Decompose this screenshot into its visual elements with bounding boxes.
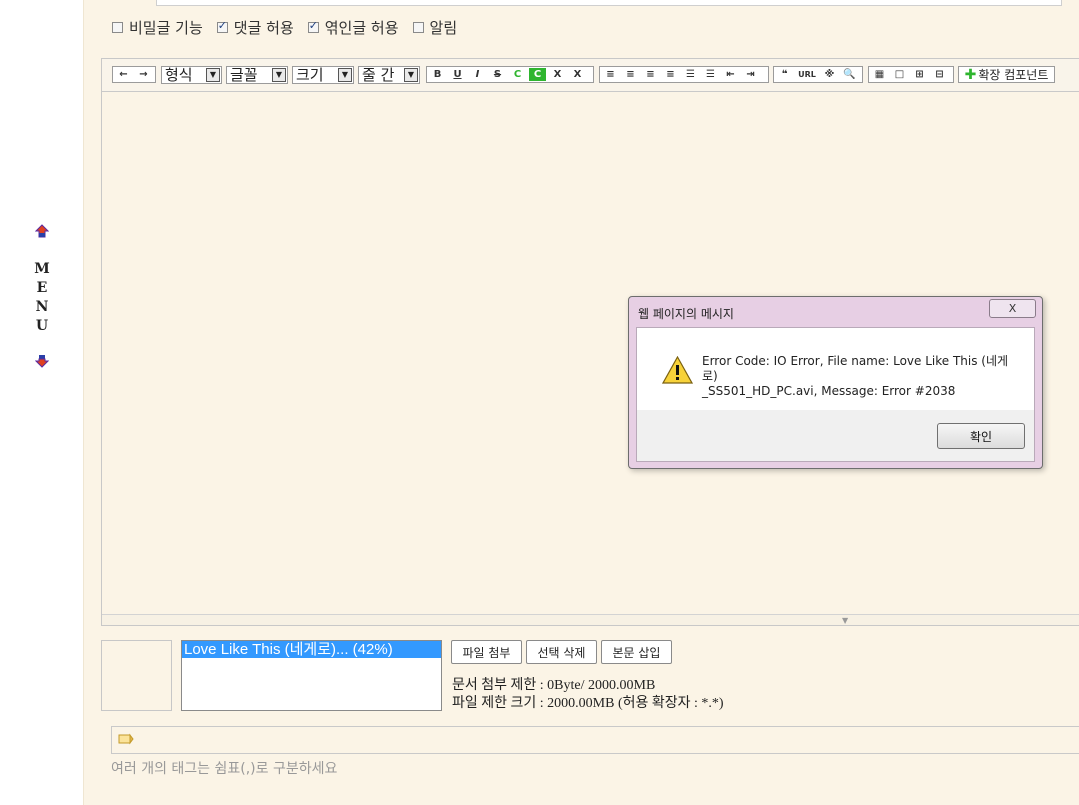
dialog-message-line: _SS501_HD_PC.avi, Message: Error #2038 <box>702 384 956 398</box>
format-select[interactable]: 형식 ▼ <box>161 66 222 84</box>
undo-button[interactable]: ← <box>115 68 132 81</box>
dialog-body: Error Code: IO Error, File name: Love Li… <box>636 327 1035 411</box>
option-notify[interactable]: 알림 <box>412 17 458 38</box>
search-icon[interactable]: 🔍 <box>841 68 858 81</box>
menu-letter: U <box>35 318 49 334</box>
chevron-down-icon: ▼ <box>206 68 220 82</box>
special-char-button[interactable]: ※ <box>821 68 838 81</box>
size-select[interactable]: 크기 ▼ <box>292 66 354 84</box>
superscript-button[interactable]: X <box>549 68 566 81</box>
secret-checkbox[interactable] <box>112 21 123 33</box>
extend-component-label: 확장 컴포넌트 <box>978 68 1049 82</box>
resize-grip-icon: ▼ <box>842 616 849 625</box>
underline-button[interactable]: U <box>449 68 466 81</box>
font-select-label: 글꼴 <box>230 66 258 84</box>
bg-color-button[interactable]: C <box>529 68 546 81</box>
align-left-button[interactable]: ≡ <box>602 68 619 81</box>
dialog-message: Error Code: IO Error, File name: Love Li… <box>702 354 1022 399</box>
left-gutter: M E N U <box>0 0 83 805</box>
table-group: ▦ □ ⊞ ⊟ <box>868 66 954 83</box>
dialog-footer: 확인 <box>636 410 1035 462</box>
insert-group: ❝ URL ※ 🔍 <box>773 66 863 83</box>
editor-resize-handle[interactable]: ▼ <box>102 614 1079 625</box>
tag-input[interactable] <box>111 726 1079 754</box>
ok-button[interactable]: 확인 <box>937 423 1025 449</box>
strike-button[interactable]: S <box>489 68 506 81</box>
attachment-preview <box>101 640 172 711</box>
redo-button[interactable]: → <box>135 68 152 81</box>
format-select-label: 형식 <box>165 66 193 84</box>
delete-selected-button[interactable]: 선택 삭제 <box>526 640 597 664</box>
menu-label[interactable]: M E N U <box>30 260 54 336</box>
side-menu[interactable]: M E N U <box>30 224 54 368</box>
unordered-list-button[interactable]: ☰ <box>702 68 719 81</box>
dialog-message-line: Error Code: IO Error, File name: Love Li… <box>702 354 1009 383</box>
notify-checkbox[interactable] <box>412 21 424 33</box>
italic-button[interactable]: I <box>469 68 486 81</box>
box-button[interactable]: □ <box>891 68 908 81</box>
indent-button[interactable]: ⇥ <box>742 68 759 81</box>
option-label: 비밀글 기능 <box>129 18 203 37</box>
chevron-down-icon: ▼ <box>338 68 352 82</box>
post-options: 비밀글 기능 댓글 허용 엮인글 허용 알림 <box>112 16 471 38</box>
up-arrow-icon[interactable] <box>35 224 49 238</box>
table-button[interactable]: ▦ <box>871 68 888 81</box>
option-secret[interactable]: 비밀글 기능 <box>112 17 203 38</box>
editor-toolbar: ← → 형식 ▼ 글꼴 ▼ 크기 ▼ 줄 간 ▼ B U I S C C X X… <box>102 59 1079 92</box>
subscript-button[interactable]: X <box>569 68 586 81</box>
menu-letter: N <box>35 299 49 315</box>
insert-into-body-button[interactable]: 본문 삽입 <box>601 640 672 664</box>
split-cells-button[interactable]: ⊟ <box>931 68 948 81</box>
line-height-select[interactable]: 줄 간 ▼ <box>358 66 420 84</box>
close-icon: X <box>1008 302 1017 315</box>
history-group: ← → <box>112 66 156 83</box>
url-button[interactable]: URL <box>796 68 818 81</box>
option-label: 알림 <box>429 18 458 37</box>
tag-hint: 여러 개의 태그는 쉼표(,)로 구분하세요 <box>111 761 338 777</box>
font-select[interactable]: 글꼴 ▼ <box>226 66 288 84</box>
outdent-button[interactable]: ⇤ <box>722 68 739 81</box>
attach-file-button[interactable]: 파일 첨부 <box>451 640 522 664</box>
chevron-down-icon: ▼ <box>404 68 418 82</box>
doc-attach-limit: 문서 첨부 제한 : 0Byte/ 2000.00MB <box>452 678 656 693</box>
trackback-checkbox[interactable] <box>307 19 319 33</box>
align-justify-button[interactable]: ≡ <box>662 68 679 81</box>
file-size-limit: 파일 제한 크기 : 2000.00MB (허용 확장자 : *.*) <box>452 696 724 711</box>
text-style-group: B U I S C C X X <box>426 66 594 83</box>
down-arrow-icon[interactable] <box>35 354 49 368</box>
comments-checkbox[interactable] <box>216 19 228 33</box>
size-select-label: 크기 <box>296 66 324 84</box>
title-input[interactable] <box>156 0 1062 6</box>
font-color-button[interactable]: C <box>509 68 526 81</box>
option-label: 엮인글 허용 <box>324 18 399 37</box>
extend-component-button[interactable]: ✚ 확장 컴포넌트 <box>958 66 1055 83</box>
paragraph-group: ≡ ≡ ≡ ≡ ☰ ☰ ⇤ ⇥ <box>599 66 769 83</box>
option-trackback[interactable]: 엮인글 허용 <box>307 17 399 38</box>
align-right-button[interactable]: ≡ <box>642 68 659 81</box>
chevron-down-icon: ▼ <box>272 68 286 82</box>
menu-letter: E <box>36 280 48 296</box>
dialog-title: 웹 페이지의 메시지 <box>638 307 734 321</box>
bold-button[interactable]: B <box>429 68 446 81</box>
attachment-list[interactable]: Love Like This (네게로)... (42%) <box>181 640 442 711</box>
list-item[interactable]: Love Like This (네게로)... (42%) <box>182 641 441 658</box>
line-height-select-label: 줄 간 <box>362 66 395 84</box>
menu-letter: M <box>34 261 50 277</box>
quote-button[interactable]: ❝ <box>776 68 793 81</box>
merge-cells-button[interactable]: ⊞ <box>911 68 928 81</box>
option-comments[interactable]: 댓글 허용 <box>216 17 294 38</box>
align-center-button[interactable]: ≡ <box>622 68 639 81</box>
message-dialog: 웹 페이지의 메시지 X Error Code: IO Error, File … <box>628 296 1043 469</box>
warning-icon <box>662 356 693 384</box>
tag-pencil-icon <box>118 733 134 745</box>
plus-icon: ✚ <box>964 66 977 83</box>
option-label: 댓글 허용 <box>233 18 294 37</box>
close-button[interactable]: X <box>989 299 1036 318</box>
ordered-list-button[interactable]: ☰ <box>682 68 699 81</box>
